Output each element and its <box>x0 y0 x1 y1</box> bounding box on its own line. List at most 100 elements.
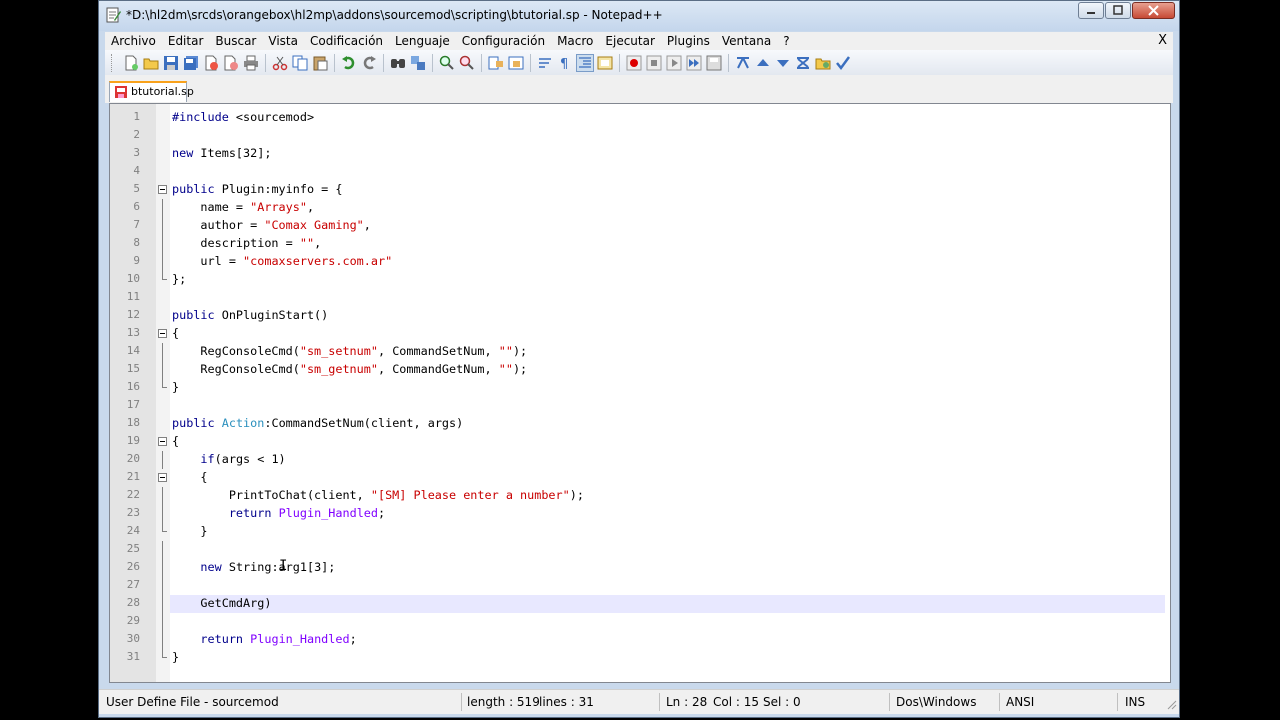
code-line[interactable]: 17 <box>110 397 1170 415</box>
code-line[interactable]: 23 return Plugin_Handled; <box>110 505 1170 523</box>
plugin-d-icon[interactable] <box>795 55 811 71</box>
menu-ventana[interactable]: Ventana <box>716 34 777 48</box>
open-file-icon[interactable] <box>143 55 159 71</box>
maximize-button[interactable] <box>1105 2 1131 19</box>
code-line[interactable]: 11 <box>110 289 1170 307</box>
code-line[interactable]: 21 { <box>110 469 1170 487</box>
plugin-b-icon[interactable] <box>755 55 771 71</box>
copy-icon[interactable] <box>292 55 308 71</box>
indent-guide-icon[interactable] <box>576 53 594 72</box>
replace-icon[interactable] <box>410 55 426 71</box>
spellcheck-icon[interactable] <box>835 55 851 71</box>
code-area[interactable]: 1 #include <sourcemod> 2 3 new Items[32]; 4 5 p… <box>110 109 1170 667</box>
menu-ejecutar[interactable]: Ejecutar <box>599 34 661 48</box>
plugin-c-icon[interactable] <box>775 55 791 71</box>
toolbar-grip[interactable] <box>111 53 115 72</box>
code-line[interactable]: 24 } <box>110 523 1170 541</box>
tab-btutorial[interactable]: btutorial.sp <box>109 81 194 102</box>
close-all-icon[interactable] <box>223 55 239 71</box>
code-line[interactable]: 25 <box>110 541 1170 559</box>
sync-vertical-icon[interactable] <box>488 55 504 71</box>
code-text: public OnPluginStart() <box>172 308 329 322</box>
code-editor[interactable]: 1 #include <sourcemod> 2 3 new Items[32]; 4 5 p… <box>109 103 1171 683</box>
line-number: 8 <box>133 236 140 249</box>
status-length: length : 519 <box>467 695 540 709</box>
code-line[interactable]: 9 url = "comaxservers.com.ar" <box>110 253 1170 271</box>
word-wrap-icon[interactable] <box>537 55 553 71</box>
close-file-icon[interactable] <box>203 55 219 71</box>
code-line[interactable]: 4 <box>110 163 1170 181</box>
menu-vista[interactable]: Vista <box>262 34 304 48</box>
status-separator <box>999 693 1000 711</box>
menu-buscar[interactable]: Buscar <box>209 34 262 48</box>
stop-macro-icon[interactable] <box>646 55 662 71</box>
code-line[interactable]: 7 author = "Comax Gaming", <box>110 217 1170 235</box>
undo-icon[interactable] <box>341 55 357 71</box>
code-line[interactable]: 19 { <box>110 433 1170 451</box>
menu-editar[interactable]: Editar <box>162 34 210 48</box>
status-eol-format: Dos\Windows <box>896 695 977 709</box>
code-line[interactable]: 26 new String:arg1[3]; <box>110 559 1170 577</box>
code-line[interactable]: 2 <box>110 127 1170 145</box>
record-macro-icon[interactable] <box>626 55 642 71</box>
code-line[interactable]: 1 #include <sourcemod> <box>110 109 1170 127</box>
code-line[interactable]: 12 public OnPluginStart() <box>110 307 1170 325</box>
close-window-button[interactable] <box>1132 2 1175 19</box>
save-all-icon[interactable] <box>183 55 199 71</box>
code-line[interactable]: 15 RegConsoleCmd("sm_getnum", CommandGet… <box>110 361 1170 379</box>
menu-archivo[interactable]: Archivo <box>105 34 162 48</box>
code-line[interactable]: 16} <box>110 379 1170 397</box>
save-macro-icon[interactable] <box>706 55 722 71</box>
code-line[interactable]: 30 return Plugin_Handled; <box>110 631 1170 649</box>
fold-toggle-icon[interactable] <box>158 473 167 482</box>
fold-toggle-icon[interactable] <box>158 185 167 194</box>
menu-codificacion[interactable]: Codificación <box>304 34 389 48</box>
fold-line <box>158 379 167 392</box>
code-line[interactable]: 13 { <box>110 325 1170 343</box>
code-line[interactable]: 27 <box>110 577 1170 595</box>
title-bar[interactable]: *D:\hl2dm\srcds\orangebox\hl2mp\addons\s… <box>99 1 1179 31</box>
fold-toggle-icon[interactable] <box>158 329 167 338</box>
code-line[interactable]: 31} <box>110 649 1170 667</box>
plugin-e-icon[interactable] <box>815 55 831 71</box>
sync-horizontal-icon[interactable] <box>508 55 524 71</box>
play-macro-icon[interactable] <box>666 55 682 71</box>
run-macro-multiple-icon[interactable] <box>686 55 702 71</box>
code-line[interactable]: 6 name = "Arrays", <box>110 199 1170 217</box>
code-line[interactable]: 20 if(args < 1) <box>110 451 1170 469</box>
zoom-in-icon[interactable] <box>439 55 455 71</box>
save-icon[interactable] <box>163 55 179 71</box>
code-line[interactable]: 8 description = "", <box>110 235 1170 253</box>
line-number: 13 <box>126 326 140 339</box>
redo-icon[interactable] <box>361 55 377 71</box>
code-line[interactable]: 28 GetCmdArg) <box>110 595 1170 613</box>
code-line[interactable]: 5 public Plugin:myinfo = { <box>110 181 1170 199</box>
plugin-a-icon[interactable] <box>735 55 751 71</box>
show-all-chars-icon[interactable]: ¶ <box>557 55 573 71</box>
code-line[interactable]: 22 PrintToChat(client, "[SM] Please ente… <box>110 487 1170 505</box>
new-file-icon[interactable] <box>123 55 139 71</box>
menu-help[interactable]: ? <box>777 34 795 48</box>
code-line[interactable]: 29 <box>110 613 1170 631</box>
code-text: PrintToChat(client, "[SM] Please enter a… <box>172 488 584 502</box>
user-lang-icon[interactable] <box>597 55 613 71</box>
fold-line <box>158 451 167 469</box>
paste-icon[interactable] <box>312 55 328 71</box>
resize-grip-icon[interactable] <box>1165 698 1177 710</box>
find-icon[interactable] <box>390 55 406 71</box>
code-line[interactable]: 14 RegConsoleCmd("sm_setnum", CommandSet… <box>110 343 1170 361</box>
minimize-button[interactable] <box>1078 2 1104 19</box>
code-line[interactable]: 18 public Action:CommandSetNum(client, ar… <box>110 415 1170 433</box>
zoom-out-icon[interactable] <box>459 55 475 71</box>
print-icon[interactable] <box>243 55 259 71</box>
menu-lenguaje[interactable]: Lenguaje <box>389 34 456 48</box>
menu-configuracion[interactable]: Configuración <box>456 34 551 48</box>
code-line[interactable]: 10}; <box>110 271 1170 289</box>
menu-macro[interactable]: Macro <box>551 34 599 48</box>
menu-plugins[interactable]: Plugins <box>661 34 716 48</box>
code-line[interactable]: 3 new Items[32]; <box>110 145 1170 163</box>
fold-toggle-icon[interactable] <box>158 437 167 446</box>
close-document-button[interactable]: X <box>1158 33 1167 48</box>
toolbar-separator <box>265 53 266 72</box>
cut-icon[interactable] <box>272 55 288 71</box>
